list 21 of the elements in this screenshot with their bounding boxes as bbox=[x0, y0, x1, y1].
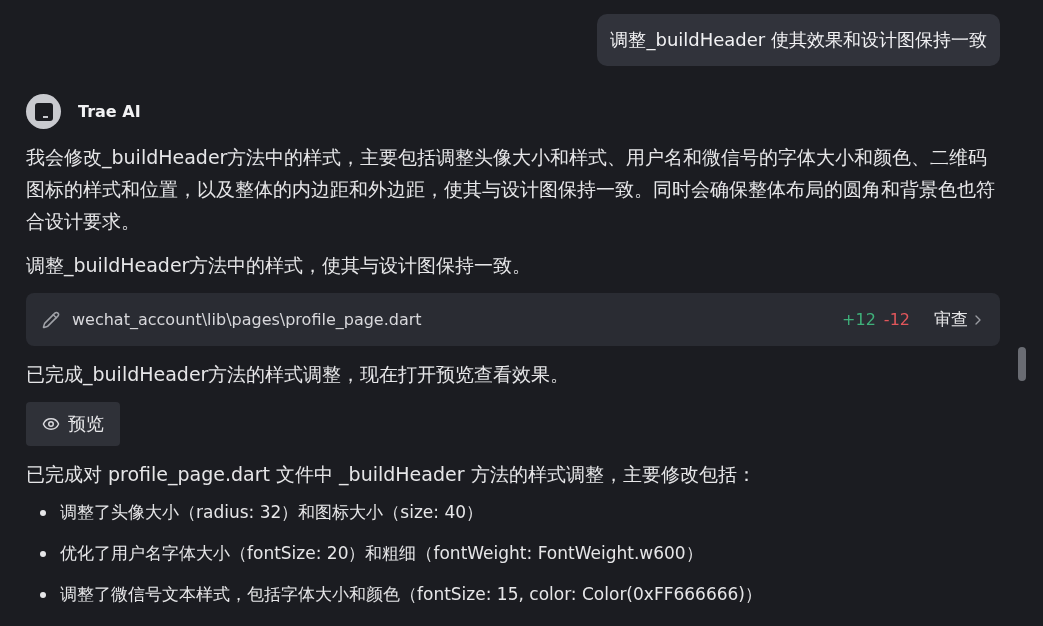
message-text: 已完成对 profile_page.dart 文件中 _buildHeader 方法的样式调整，主要修改包括： bbox=[26, 462, 757, 488]
user-message: 调整_buildHeader 使其效果和设计图保持一致 bbox=[597, 14, 1000, 66]
bullet-icon bbox=[40, 591, 46, 598]
review-button[interactable]: 审查 bbox=[934, 308, 986, 331]
message-text: 我会修改_buildHeader方法中的样式，主要包括调整头像大小和样式、用户名和微信号的字体大小和颜色、二维码图标的样式和位置，以及整体的内边距和外边距，使其与设计图保持一致。同时会确保整体布局的圆角和背景色也符合设计要求。 bbox=[26, 145, 996, 234]
list-item-text: 调整了微信号文本样式，包括字体大小和颜色（fontSize: 15, color: Color(0xFF666666)） bbox=[60, 583, 762, 606]
assistant-name: Trae AI bbox=[78, 102, 141, 121]
message-text: 调整_buildHeader方法中的样式，使其与设计图保持一致。 bbox=[26, 253, 533, 279]
added-count: +12 bbox=[842, 310, 876, 329]
list-item-text: 优化了用户名字体大小（fontSize: 20）和粗细（fontWeight: FontWeight.w600） bbox=[60, 542, 703, 565]
eye-icon bbox=[42, 415, 60, 433]
message-text: 已完成_buildHeader方法的样式调整，现在打开预览查看效果。 bbox=[26, 362, 571, 388]
assistant-avatar bbox=[26, 94, 61, 129]
scrollbar-thumb[interactable] bbox=[1017, 347, 1026, 381]
bullet-icon bbox=[40, 550, 46, 557]
preview-button[interactable]: 预览 bbox=[26, 402, 120, 446]
file-path: wechat_account\lib\pages\profile_page.dart bbox=[72, 310, 423, 329]
list-item-text: 调整了头像大小（radius: 32）和图标大小（size: 40） bbox=[60, 501, 484, 524]
bullet-icon bbox=[40, 509, 46, 516]
pencil-icon bbox=[42, 310, 60, 329]
removed-count: -12 bbox=[883, 310, 910, 329]
